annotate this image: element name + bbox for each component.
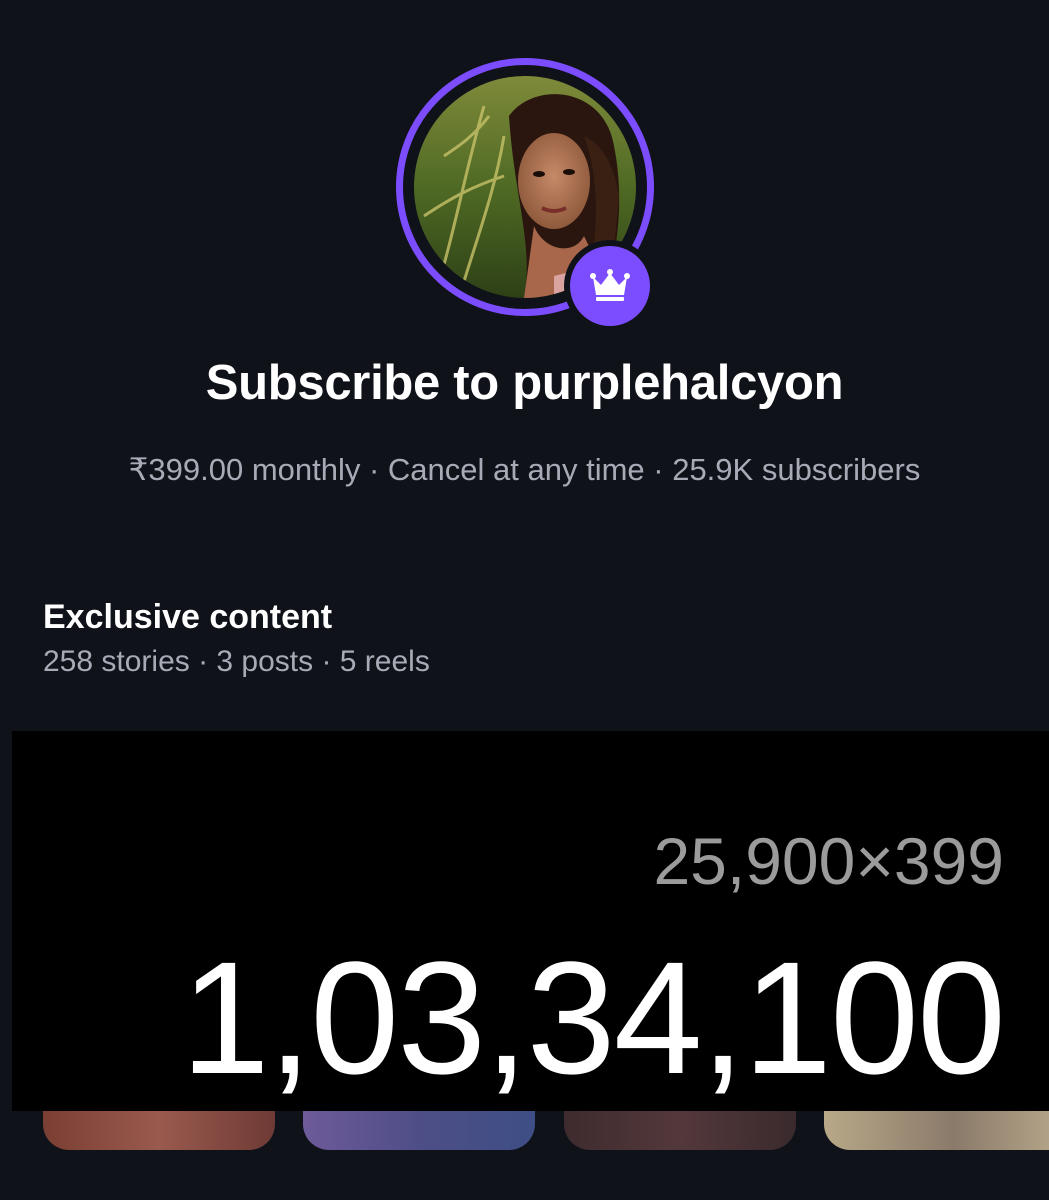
exclusive-content-heading: Exclusive content — [43, 598, 333, 636]
crown-icon — [590, 269, 630, 301]
subscription-meta: ₹399.00 monthly · Cancel at any time · 2… — [128, 452, 921, 487]
subscriber-badge — [564, 240, 656, 332]
calculator-overlay: 25,900×399 1,03,34,100 — [12, 731, 1049, 1111]
crown-badge-circle — [570, 246, 650, 326]
page-title: Subscribe to purplehalcyon — [205, 356, 844, 410]
exclusive-content-stats: 258 stories · 3 posts · 5 reels — [43, 645, 430, 678]
calculator-expression: 25,900×399 — [653, 824, 1004, 898]
calculator-result: 1,03,34,100 — [180, 928, 1006, 1107]
